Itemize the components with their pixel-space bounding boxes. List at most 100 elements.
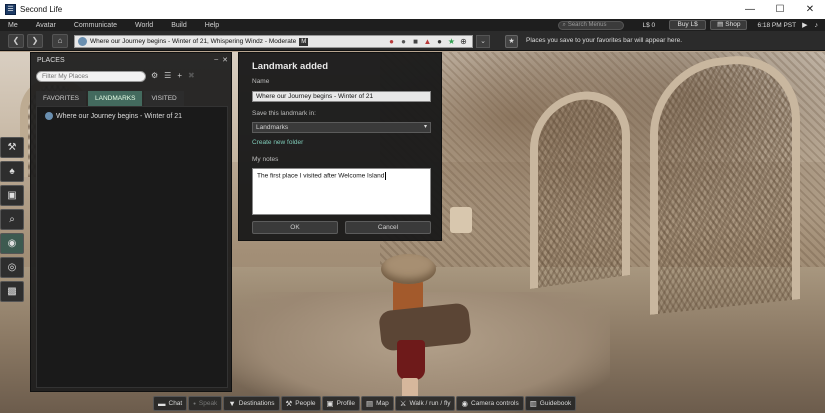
- location-history-dropdown[interactable]: ⌄: [476, 35, 490, 48]
- volume-icon[interactable]: ♪: [815, 22, 819, 29]
- maximize-button[interactable]: ☐: [765, 0, 795, 19]
- shop-button[interactable]: ▤ Shop: [710, 20, 748, 30]
- voice-off-icon[interactable]: ●: [387, 37, 396, 46]
- menu-me[interactable]: Me: [0, 22, 27, 29]
- folder-label: Save this landmark in:: [252, 110, 316, 117]
- landmark-pin-icon: [45, 112, 53, 120]
- people-icon: ⚒: [285, 399, 293, 408]
- no-fly-icon[interactable]: ●: [399, 37, 408, 46]
- destinations-button-label: Destinations: [238, 400, 275, 407]
- no-scripts-icon[interactable]: ▲: [423, 37, 432, 46]
- notes-text: The first place I visited after Welcome …: [257, 172, 385, 180]
- avatar-dress: [397, 340, 425, 380]
- walk-run-fly-button-label: Walk / run / fly: [409, 400, 451, 407]
- back-button[interactable]: ❮: [8, 34, 24, 48]
- guidebook-button[interactable]: ▥ Guidebook: [524, 396, 577, 411]
- location-info-icon[interactable]: [78, 37, 87, 46]
- people-tool-button[interactable]: ⚒: [0, 137, 24, 158]
- landmarks-list: Where our Journey begins - Winter of 21: [36, 106, 228, 388]
- media-play-icon[interactable]: ▶: [802, 21, 807, 29]
- window-controls: — ☐ ✕: [735, 0, 825, 19]
- map-button[interactable]: ▤ Map: [361, 396, 394, 411]
- places-tools: ⚙ ☰ + ✖: [151, 71, 195, 80]
- tab-favorites[interactable]: FAVORITES: [36, 91, 86, 106]
- book-icon: ▥: [529, 399, 537, 408]
- favorite-star-icon[interactable]: ★: [447, 37, 456, 46]
- menu-avatar[interactable]: Avatar: [27, 22, 65, 29]
- appearance-tool-button[interactable]: ♠: [0, 161, 24, 182]
- search-menus-input[interactable]: ⌕ Search Menus: [558, 20, 625, 30]
- camera-controls-button-label: Camera controls: [471, 400, 519, 407]
- landmark-folder-select[interactable]: Landmarks ▾: [252, 122, 431, 133]
- no-push-icon[interactable]: ●: [435, 37, 444, 46]
- destinations-button[interactable]: ▼ Destinations: [223, 396, 280, 411]
- close-icon[interactable]: ✕: [222, 56, 228, 64]
- radar-icon: ◎: [7, 262, 17, 273]
- shirt-icon: ♠: [9, 166, 15, 177]
- notes-label: My notes: [252, 156, 279, 163]
- add-icon[interactable]: +: [177, 71, 182, 80]
- back-arrow-icon: ❮: [12, 36, 20, 45]
- favorites-star-icon[interactable]: ★: [505, 35, 518, 48]
- gear-icon[interactable]: ⚙: [151, 71, 158, 80]
- sort-menu-icon[interactable]: ☰: [164, 71, 171, 80]
- text-cursor: [385, 172, 387, 180]
- add-landmark-icon[interactable]: ⊕: [459, 37, 468, 46]
- profile-button-label: Profile: [336, 400, 356, 407]
- tab-landmarks[interactable]: LANDMARKS: [88, 91, 143, 106]
- places-title: PLACES: [37, 57, 65, 64]
- menu-communicate[interactable]: Communicate: [65, 22, 126, 29]
- ok-button[interactable]: OK: [252, 221, 338, 234]
- parcel-property-icons: ● ● ■ ▲ ● ★ ⊕: [387, 37, 468, 46]
- search-menus-placeholder: Search Menus: [567, 22, 607, 28]
- map-pin-icon: ▼: [228, 399, 236, 408]
- location-input[interactable]: Where our Journey begins - Winter of 21,…: [74, 35, 473, 48]
- menu-world[interactable]: World: [126, 22, 162, 29]
- map-button-label: Map: [376, 400, 389, 407]
- menu-bar: Me Avatar Communicate World Build Help ⌕…: [0, 19, 825, 31]
- profile-button[interactable]: ▣ Profile: [321, 396, 361, 411]
- eye-icon: ◉: [461, 399, 469, 408]
- home-button[interactable]: ⌂: [52, 34, 68, 48]
- close-window-button[interactable]: ✕: [795, 0, 825, 19]
- profile-card-icon: ▣: [326, 399, 334, 408]
- menu-bar-status: ⌕ Search Menus L$ 0 Buy L$ ▤ Shop 6:18 P…: [558, 19, 825, 31]
- player-avatar[interactable]: [375, 252, 472, 413]
- window-title-bar: ☰ Second Life — ☐ ✕: [0, 0, 825, 19]
- tab-visited[interactable]: VISITED: [144, 91, 184, 106]
- search-tool-button[interactable]: ⌕: [0, 209, 24, 230]
- people-button[interactable]: ⚒ People: [280, 396, 321, 411]
- notes-textarea[interactable]: The first place I visited after Welcome …: [252, 168, 431, 215]
- inventory-tool-button[interactable]: ▣: [0, 185, 24, 206]
- camera-controls-button[interactable]: ◉ Camera controls: [456, 396, 524, 411]
- avatar-jacket: [378, 302, 472, 352]
- create-new-folder-link[interactable]: Create new folder: [252, 139, 303, 146]
- landmark-added-dialog: Landmark added Name Where our Journey be…: [238, 52, 442, 241]
- buy-currency-button[interactable]: Buy L$: [669, 20, 707, 30]
- menu-build[interactable]: Build: [162, 22, 196, 29]
- people-icon: ⚒: [7, 142, 17, 153]
- favorites-bar-hint: Places you save to your favorites bar wi…: [526, 37, 683, 44]
- snapshot-tool-button[interactable]: ▩: [0, 281, 24, 302]
- menu-help[interactable]: Help: [196, 22, 228, 29]
- shopping-cart-icon: ▤: [717, 21, 724, 28]
- minimize-button[interactable]: —: [735, 0, 765, 19]
- location-text: Where our Journey begins - Winter of 21,…: [90, 38, 297, 45]
- chat-button[interactable]: ▬ Chat: [153, 396, 188, 411]
- map-icon: ▤: [366, 399, 374, 408]
- list-item[interactable]: Where our Journey begins - Winter of 21: [45, 112, 182, 120]
- minimize-icon[interactable]: –: [214, 56, 218, 64]
- forward-button[interactable]: ❯: [27, 34, 43, 48]
- walk-run-fly-button[interactable]: ⚔ Walk / run / fly: [394, 396, 456, 411]
- landmark-name-field[interactable]: Where our Journey begins - Winter of 21: [252, 91, 431, 102]
- radar-tool-button[interactable]: ◎: [0, 257, 24, 278]
- chevron-down-icon: ▾: [423, 124, 427, 130]
- home-icon: ⌂: [57, 36, 63, 45]
- filter-places-input[interactable]: [36, 71, 146, 82]
- no-build-icon[interactable]: ■: [411, 37, 420, 46]
- speak-button: • Speak: [188, 396, 223, 411]
- trash-icon: ✖: [188, 71, 195, 80]
- ornate-arch-gate-left: [530, 84, 630, 290]
- places-tool-button[interactable]: ◉: [0, 233, 24, 254]
- cancel-button[interactable]: Cancel: [345, 221, 431, 234]
